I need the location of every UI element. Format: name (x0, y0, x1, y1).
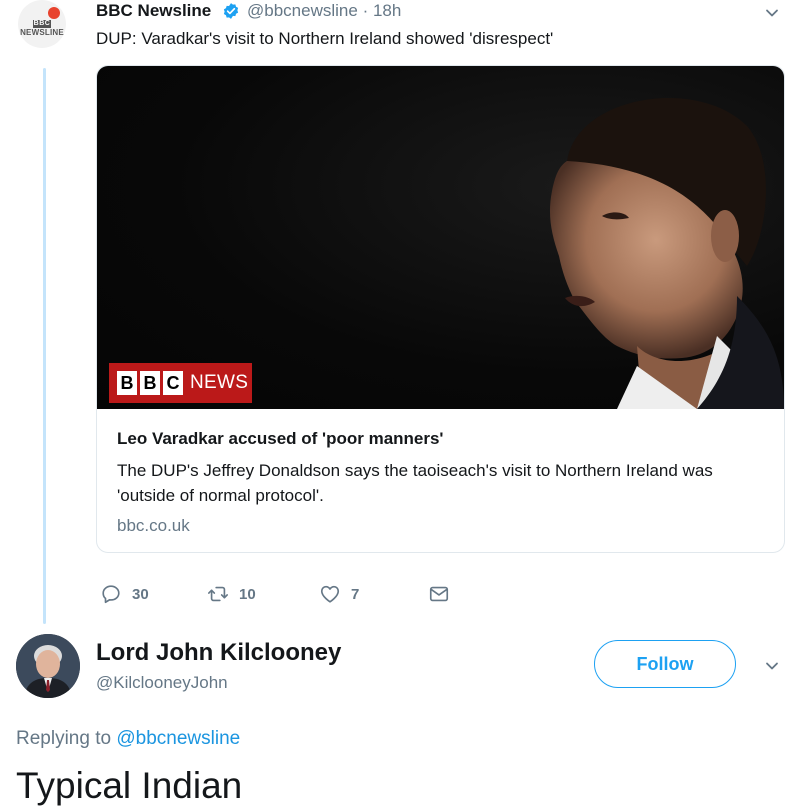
replying-to: Replying to @bbcnewsline (16, 727, 240, 751)
bbc-news-logo: B B C NEWS (109, 363, 252, 403)
card-title[interactable]: Leo Varadkar accused of 'poor manners' (117, 428, 443, 450)
bbc-letter-b2: B (140, 371, 160, 395)
reply-text: Typical Indian (16, 765, 243, 806)
link-card[interactable]: B B C NEWS Leo Varadkar accused of 'poor… (96, 65, 785, 553)
author-handle[interactable]: @bbcnewsline (247, 1, 358, 20)
author-name[interactable]: BBC Newsline (96, 0, 211, 22)
verified-badge-icon (223, 3, 239, 19)
follow-button[interactable]: Follow (594, 640, 736, 688)
reply-author-name[interactable]: Lord John Kilclooney (96, 638, 341, 668)
tweet-time[interactable]: · 18h (363, 1, 402, 20)
bbc-news-text: NEWS (190, 372, 249, 393)
thread-line (43, 68, 46, 624)
bbc-letter-c: C (163, 371, 183, 395)
card-image: B B C NEWS (97, 66, 784, 409)
like-count: 7 (351, 585, 360, 603)
avatar-newsline-text: NEWSLINE (20, 27, 64, 37)
portrait-photo (549, 97, 784, 409)
reply-action[interactable]: 30 (100, 583, 149, 605)
kilclooney-avatar[interactable] (16, 634, 80, 698)
avatar-bbc-logo: BBC (32, 19, 52, 28)
retweet-count: 10 (239, 585, 256, 603)
chevron-down-icon[interactable] (765, 659, 779, 673)
author-handle-time[interactable]: @bbcnewsline · 18h (247, 0, 401, 22)
replying-prefix: Replying to (16, 728, 112, 749)
retweet-action[interactable]: 10 (207, 583, 256, 605)
envelope-icon (429, 586, 449, 602)
reply-count: 30 (132, 585, 149, 603)
bbc-letter-b1: B (117, 371, 137, 395)
avatar-flower-icon (48, 7, 60, 19)
replying-to-link[interactable]: @bbcnewsline (116, 728, 240, 749)
like-action[interactable]: 7 (319, 583, 359, 605)
reply-icon (102, 585, 120, 604)
avatar-photo (16, 634, 80, 698)
bbc-newsline-avatar[interactable]: BBC NEWSLINE (18, 0, 66, 48)
chevron-down-icon[interactable] (765, 6, 779, 20)
card-description: The DUP's Jeffrey Donaldson says the tao… (117, 461, 713, 505)
heart-icon (320, 585, 340, 603)
retweet-icon (208, 586, 228, 602)
tweet-text: DUP: Varadkar's visit to Northern Irelan… (96, 29, 554, 48)
reply-author-handle[interactable]: @KilclooneyJohn (96, 672, 228, 694)
card-domain: bbc.co.uk (117, 516, 190, 535)
direct-message-action[interactable] (428, 583, 450, 605)
